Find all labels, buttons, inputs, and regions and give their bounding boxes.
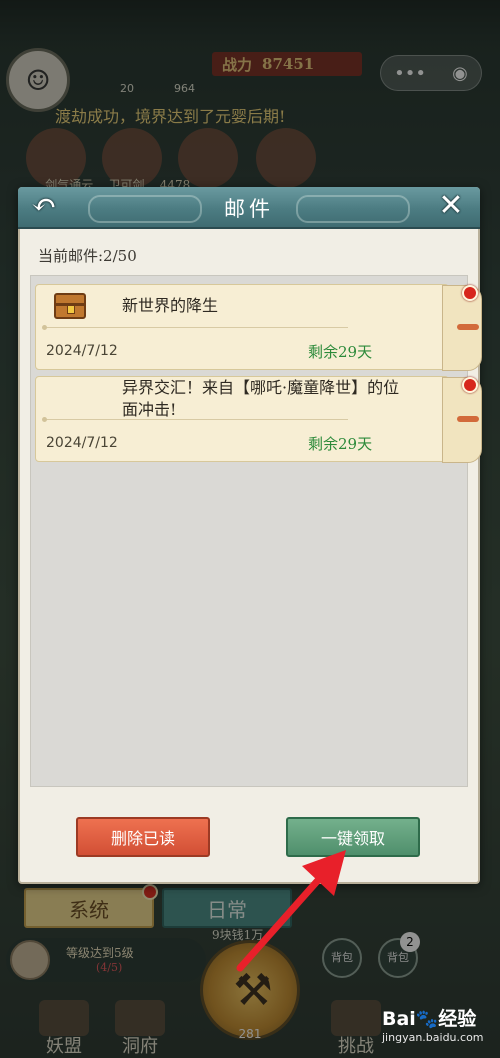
- mail-dialog-header: ↶ 邮件 ✕: [18, 187, 480, 229]
- mail-subject: 异界交汇！来自【哪吒·魔童降世】的位面冲击!: [122, 378, 400, 419]
- mail-date: 2024/7/12: [46, 343, 118, 359]
- mail-item[interactable]: 异界交汇！来自【哪吒·魔童降世】的位面冲击! 2024/7/12 剩余29天: [35, 376, 482, 463]
- mail-count: 当前邮件:2/50: [38, 247, 137, 265]
- watermark-logo-text: Bai: [382, 1008, 416, 1030]
- unread-dot: [462, 285, 478, 301]
- unread-dot: [462, 377, 478, 393]
- watermark-logo-tail: 经验: [438, 1008, 477, 1030]
- mail-remaining-days: 剩余29天: [308, 343, 373, 361]
- mail-dialog: ↶ 邮件 ✕ 当前邮件:2/50 新世界的降生 2024/7/12 剩余29天 …: [18, 187, 482, 884]
- mail-dialog-title: 邮件: [224, 197, 274, 221]
- close-icon[interactable]: ✕: [434, 189, 468, 225]
- baidu-jingyan-watermark: Bai🐾经验 jingyan.baidu.com: [382, 1004, 496, 1054]
- watermark-site: jingyan.baidu.com: [382, 1031, 484, 1044]
- mail-divider: [42, 417, 348, 422]
- claim-all-button[interactable]: 一键领取: [286, 817, 420, 857]
- mail-divider: [42, 325, 348, 330]
- mail-list[interactable]: 新世界的降生 2024/7/12 剩余29天 异界交汇！来自【哪吒·魔童降世】的…: [30, 275, 482, 787]
- mail-remaining-days: 剩余29天: [308, 435, 373, 453]
- mail-item[interactable]: 新世界的降生 2024/7/12 剩余29天: [35, 284, 482, 371]
- mail-date: 2024/7/12: [46, 435, 118, 451]
- treasure-chest-icon: [54, 293, 86, 319]
- paw-icon: 🐾: [415, 1009, 439, 1030]
- mail-subject: 新世界的降生: [122, 296, 219, 315]
- delete-read-button[interactable]: 删除已读: [76, 817, 210, 857]
- watermark-logo: Bai🐾经验: [382, 1004, 496, 1031]
